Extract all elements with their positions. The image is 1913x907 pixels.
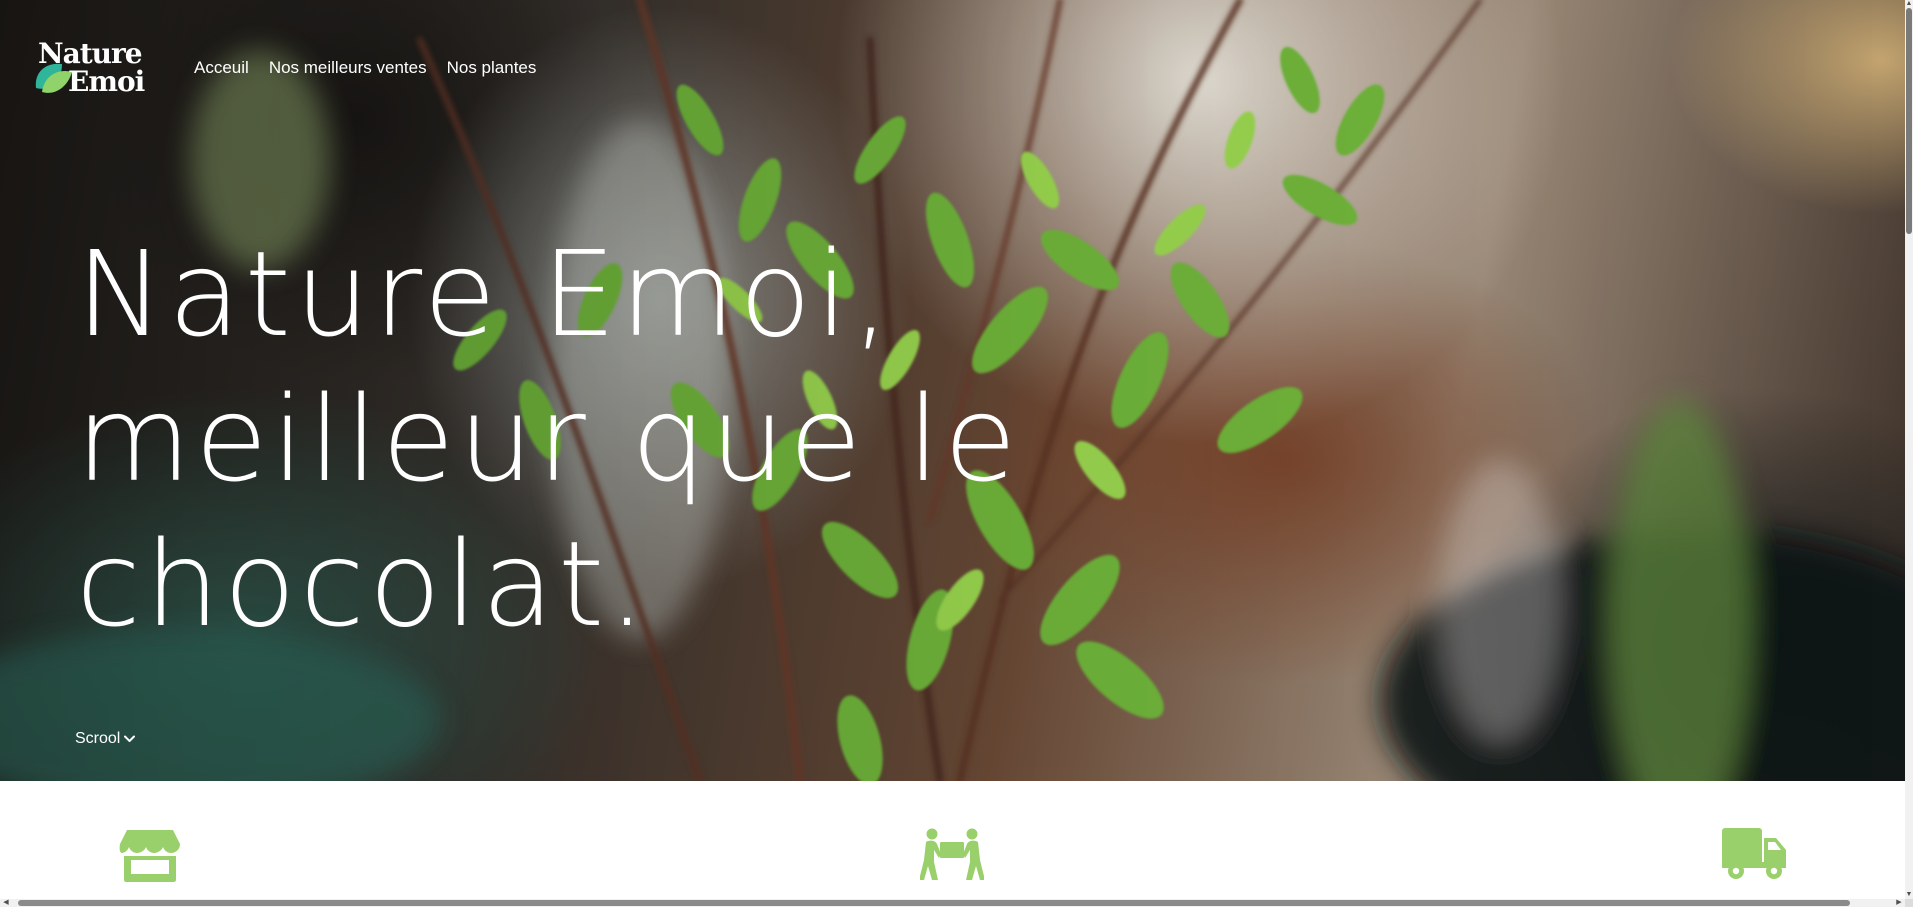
store-icon xyxy=(119,830,180,882)
site-logo[interactable]: Nature Emoi xyxy=(32,36,164,100)
hero-headline-line: Nature Emoi, xyxy=(76,225,894,363)
truck-icon xyxy=(1722,828,1786,879)
main-nav: Nature Emoi Acceuil Nos meilleurs ventes… xyxy=(32,36,556,100)
hero-headline-line: chocolat. xyxy=(76,515,650,653)
horizontal-scrollbar[interactable]: ◀ ▶ xyxy=(0,899,1905,907)
vertical-scroll-thumb[interactable] xyxy=(1906,8,1912,234)
horizontal-scroll-thumb[interactable] xyxy=(18,900,1850,906)
page: Nature Emoi Acceuil Nos meilleurs ventes… xyxy=(0,0,1913,907)
scroll-left-arrow-icon[interactable]: ◀ xyxy=(2,899,10,907)
hero-headline-line: meilleur que le xyxy=(76,370,1021,508)
scroll-down-arrow-icon[interactable]: ▼ xyxy=(1905,891,1913,899)
scroll-up-arrow-icon[interactable]: ▲ xyxy=(1905,0,1913,8)
nav-link-plantes[interactable]: Nos plantes xyxy=(447,58,537,78)
logo-text-line1: Nature xyxy=(38,37,143,70)
people-carry-icon xyxy=(920,828,984,880)
vertical-scrollbar[interactable]: ▲ ▼ xyxy=(1905,0,1913,899)
chevron-down-icon xyxy=(124,730,136,748)
hero-headline: Nature Emoi, meilleur que le chocolat. xyxy=(76,222,1020,657)
nav-link-meilleurs-ventes[interactable]: Nos meilleurs ventes xyxy=(269,58,427,78)
scrollbar-corner xyxy=(1905,899,1913,907)
scroll-label: Scrool xyxy=(75,730,121,747)
logo-text-line2: Emoi xyxy=(68,65,145,98)
scroll-right-arrow-icon[interactable]: ▶ xyxy=(1895,899,1903,907)
scroll-down-link[interactable]: Scrool xyxy=(75,730,136,748)
nav-link-acceuil[interactable]: Acceuil xyxy=(194,58,249,78)
